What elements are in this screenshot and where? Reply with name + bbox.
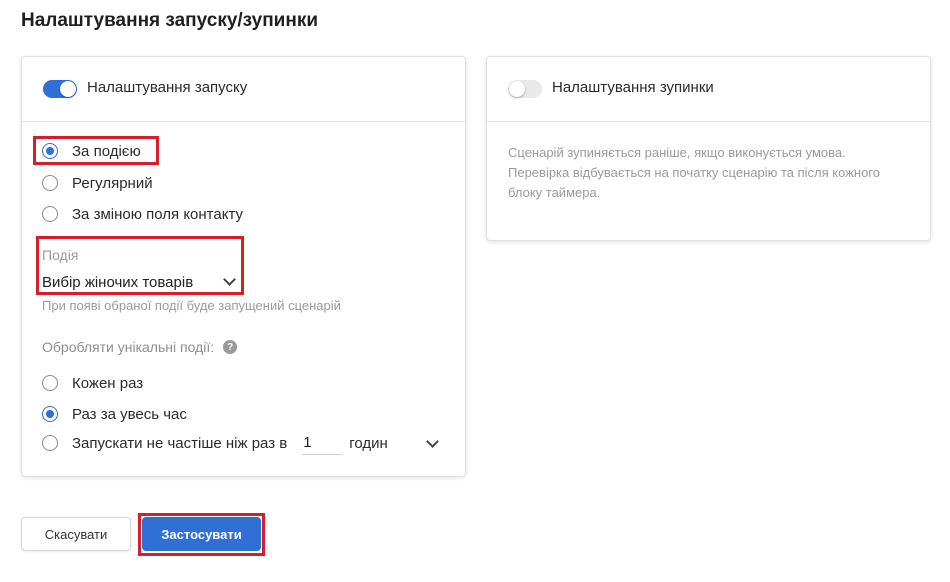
radio-contact-field-change[interactable]: За зміною поля контакту xyxy=(42,203,243,225)
interval-unit-select[interactable]: годин xyxy=(349,435,388,452)
event-field-label: Подія xyxy=(42,247,79,263)
event-select[interactable]: Вибір жіночих товарів xyxy=(42,269,242,295)
event-select-value: Вибір жіночих товарів xyxy=(42,273,194,291)
radio-by-event[interactable]: За подією xyxy=(42,140,141,162)
start-settings-header: Налаштування запуску xyxy=(22,57,465,122)
toggle-knob xyxy=(60,81,76,97)
help-icon[interactable]: ? xyxy=(223,340,238,354)
radio-regular[interactable]: Регулярний xyxy=(42,172,153,194)
radio-label: Регулярний xyxy=(72,174,153,192)
page-title: Налаштування запуску/зупинки xyxy=(21,10,319,31)
stop-settings-card: Налаштування зупинки Сценарій зупиняєтьс… xyxy=(486,56,931,241)
interval-value-input[interactable] xyxy=(302,431,344,455)
stop-settings-label: Налаштування зупинки xyxy=(552,79,714,96)
unique-events-text: Обробляти унікальні події: xyxy=(42,339,215,355)
apply-button[interactable]: Застосувати xyxy=(142,517,261,551)
chevron-down-icon xyxy=(223,273,236,286)
start-settings-label: Налаштування запуску xyxy=(87,79,248,96)
stop-settings-header: Налаштування зупинки xyxy=(487,57,930,122)
start-settings-card: Налаштування запуску За подією Регулярни… xyxy=(21,56,466,477)
radio-limited-frequency[interactable]: Запускати не частіше ніж раз в годин xyxy=(42,431,388,455)
stop-settings-description: Сценарій зупиняється раніше, якщо викону… xyxy=(508,145,880,200)
radio-button[interactable] xyxy=(42,435,58,451)
radio-button[interactable] xyxy=(42,375,58,391)
unique-events-label: Обробляти унікальні події: ? xyxy=(42,339,238,355)
chevron-down-icon[interactable] xyxy=(426,435,439,448)
start-settings-toggle[interactable] xyxy=(43,80,77,98)
toggle-knob xyxy=(509,81,525,97)
radio-label: За подією xyxy=(72,142,141,160)
radio-label: Запускати не частіше ніж раз в xyxy=(72,434,288,452)
radio-label: Раз за увесь час xyxy=(72,405,187,423)
radio-button[interactable] xyxy=(42,406,58,422)
radio-button[interactable] xyxy=(42,206,58,222)
stop-settings-toggle[interactable] xyxy=(508,80,542,98)
event-field-hint: При появі обраної події буде запущений с… xyxy=(42,298,341,313)
radio-button[interactable] xyxy=(42,143,58,159)
radio-label: За зміною поля контакту xyxy=(72,205,243,223)
radio-label: Кожен раз xyxy=(72,374,144,392)
cancel-button[interactable]: Скасувати xyxy=(21,517,131,551)
radio-once-ever[interactable]: Раз за увесь час xyxy=(42,403,187,425)
radio-every-time[interactable]: Кожен раз xyxy=(42,372,143,394)
radio-button[interactable] xyxy=(42,175,58,191)
